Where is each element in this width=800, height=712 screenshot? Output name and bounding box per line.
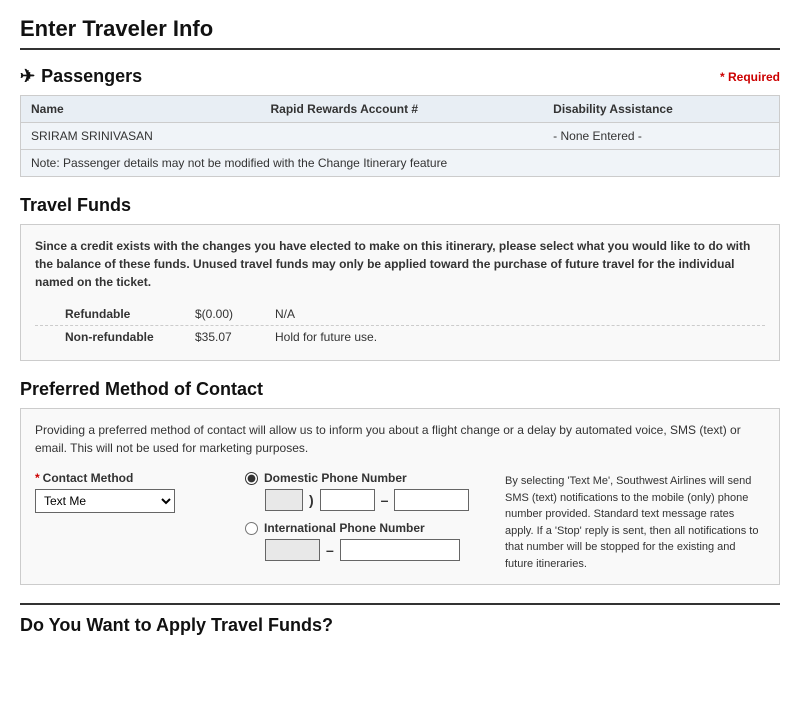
contact-section-title: Preferred Method of Contact — [20, 379, 780, 400]
nonrefundable-amount: $35.07 — [195, 330, 275, 344]
sms-note-text: By selecting 'Text Me', Southwest Airlin… — [505, 475, 758, 570]
travel-funds-box: Since a credit exists with the changes y… — [20, 224, 780, 361]
passengers-section: ✈ Passengers * Required Name Rapid Rewar… — [20, 66, 780, 177]
domestic-prefix[interactable] — [320, 489, 375, 511]
plane-icon: ✈ — [20, 66, 35, 87]
passengers-title-text: Passengers — [41, 66, 142, 87]
passenger-note: Note: Passenger details may not be modif… — [20, 150, 780, 177]
dash-3: – — [324, 542, 336, 558]
international-number[interactable] — [340, 539, 460, 561]
domestic-line[interactable] — [394, 489, 469, 511]
contact-description: Providing a preferred method of contact … — [35, 421, 765, 457]
sms-note-col: By selecting 'Text Me', Southwest Airlin… — [505, 471, 765, 572]
col-header-name: Name — [21, 96, 261, 123]
dash-2: – — [379, 492, 391, 508]
dash-1: ) — [307, 492, 316, 508]
contact-required-star: * — [35, 471, 40, 485]
nonrefundable-label: Non-refundable — [65, 330, 195, 344]
travel-funds-title: Travel Funds — [20, 195, 780, 216]
passenger-disability: - None Entered - — [543, 123, 779, 150]
passenger-rapid-rewards — [261, 123, 544, 150]
domestic-area-code[interactable] — [265, 489, 303, 511]
international-phone-label-text: International Phone Number — [264, 521, 425, 535]
international-phone-inputs: – — [245, 539, 495, 561]
domestic-phone-radio[interactable] — [245, 472, 258, 485]
passengers-section-header: ✈ Passengers * Required — [20, 66, 780, 87]
contact-method-label-text: Contact Method — [43, 471, 134, 485]
domestic-phone-label[interactable]: Domestic Phone Number — [245, 471, 495, 485]
passenger-name: SRIRAM SRINIVASAN — [21, 123, 261, 150]
travel-funds-description: Since a credit exists with the changes y… — [35, 237, 765, 291]
contact-method-select[interactable]: Text Me Email Automated Voice No Contact — [35, 489, 175, 513]
international-phone-option: International Phone Number – — [245, 521, 495, 561]
refundable-status: N/A — [275, 307, 295, 321]
refundable-amount: $(0.00) — [195, 307, 275, 321]
contact-method-col: * Contact Method Text Me Email Automated… — [35, 471, 235, 513]
contact-section: Preferred Method of Contact Providing a … — [20, 379, 780, 585]
contact-grid: * Contact Method Text Me Email Automated… — [35, 471, 765, 572]
contact-section-box: Providing a preferred method of contact … — [20, 408, 780, 585]
passengers-table: Name Rapid Rewards Account # Disability … — [20, 95, 780, 150]
apply-funds-title: Do You Want to Apply Travel Funds? — [20, 603, 780, 636]
required-note: * Required — [720, 70, 780, 84]
domestic-phone-label-text: Domestic Phone Number — [264, 471, 407, 485]
nonrefundable-row: Non-refundable $35.07 Hold for future us… — [35, 326, 765, 348]
international-phone-label[interactable]: International Phone Number — [245, 521, 495, 535]
refundable-row: Refundable $(0.00) N/A — [35, 303, 765, 326]
contact-method-label: * Contact Method — [35, 471, 235, 485]
passengers-title: ✈ Passengers — [20, 66, 142, 87]
table-row: SRIRAM SRINIVASAN - None Entered - — [21, 123, 780, 150]
apply-funds-section: Do You Want to Apply Travel Funds? — [20, 603, 780, 636]
refundable-label: Refundable — [65, 307, 195, 321]
page-title: Enter Traveler Info — [20, 16, 780, 50]
domestic-phone-inputs: ) – — [245, 489, 495, 511]
international-phone-radio[interactable] — [245, 522, 258, 535]
phone-options-col: Domestic Phone Number ) – International … — [245, 471, 495, 571]
international-country-code[interactable] — [265, 539, 320, 561]
col-header-rapid-rewards: Rapid Rewards Account # — [261, 96, 544, 123]
travel-funds-section: Travel Funds Since a credit exists with … — [20, 195, 780, 361]
nonrefundable-status: Hold for future use. — [275, 330, 377, 344]
domestic-phone-option: Domestic Phone Number ) – — [245, 471, 495, 511]
col-header-disability: Disability Assistance — [543, 96, 779, 123]
